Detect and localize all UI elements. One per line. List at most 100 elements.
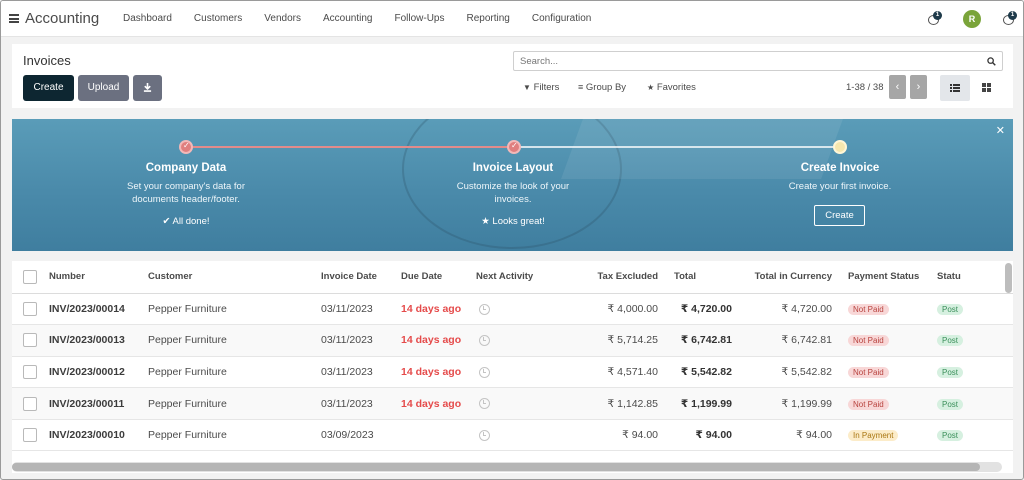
top-navbar: Accounting Dashboard Customers Vendors A… (1, 1, 1023, 37)
row-checkbox[interactable] (23, 301, 37, 316)
column-tax-excluded[interactable]: Tax Excluded (576, 261, 668, 294)
filters-toggle[interactable]: ▼ Filters (523, 82, 559, 93)
total: ₹ 1,199.99 (668, 387, 742, 420)
row-checkbox[interactable] (23, 333, 37, 348)
horizontal-scrollbar-thumb[interactable] (12, 463, 980, 471)
total-in-currency: ₹ 1,199.99 (742, 387, 842, 420)
list-view-button[interactable] (940, 75, 970, 101)
breadcrumb: Invoices (23, 53, 71, 68)
total: ₹ 4,720.00 (668, 293, 742, 326)
star-icon: ★ (481, 216, 493, 227)
step-create-invoice: Create Invoice Create your first invoice… (755, 162, 925, 193)
total: ₹ 94.00 (668, 419, 742, 452)
invoice-number: INV/2023/00010 (49, 419, 148, 452)
menu-reporting[interactable]: Reporting (466, 13, 509, 24)
menu-vendors[interactable]: Vendors (264, 13, 301, 24)
row-checkbox[interactable] (23, 428, 37, 443)
progress-line-pending (514, 146, 840, 148)
customer-name: Pepper Furniture (148, 324, 321, 357)
menu-customers[interactable]: Customers (194, 13, 242, 24)
vertical-scrollbar[interactable] (1004, 263, 1013, 463)
invoice-table: Number Customer Invoice Date Due Date Ne… (12, 261, 1013, 452)
horizontal-scrollbar[interactable] (12, 462, 1002, 472)
column-total-currency[interactable]: Total in Currency (742, 261, 842, 294)
column-customer[interactable]: Customer (148, 261, 321, 294)
total-in-currency: ₹ 5,542.82 (742, 356, 842, 389)
step-invoice-layout[interactable]: Invoice Layout Customize the look of you… (428, 162, 598, 227)
menu-configuration[interactable]: Configuration (532, 13, 591, 24)
groupby-toggle[interactable]: ≡ Group By (578, 82, 626, 93)
app-title[interactable]: Accounting (25, 10, 99, 27)
invoice-date: 03/11/2023 (321, 293, 401, 326)
kanban-view-button[interactable] (972, 75, 1002, 101)
total: ₹ 5,542.82 (668, 356, 742, 389)
search-icon[interactable] (987, 57, 996, 66)
row-checkbox[interactable] (23, 364, 37, 379)
create-button[interactable]: Create (23, 75, 74, 101)
download-button[interactable] (133, 75, 162, 101)
clock-icon[interactable] (479, 366, 490, 378)
column-total[interactable]: Total (668, 261, 742, 294)
clock-icon[interactable] (479, 398, 490, 410)
tax-excluded: ₹ 5,714.25 (576, 324, 668, 357)
favorites-label: Favorites (656, 82, 696, 93)
upload-button[interactable]: Upload (78, 75, 129, 101)
clock-icon[interactable] (479, 429, 490, 441)
tax-excluded: ₹ 4,000.00 (576, 293, 668, 326)
status-badge: Post (937, 335, 964, 347)
kanban-view-icon (982, 83, 991, 92)
status-badge: Post (937, 430, 964, 442)
activity-icon[interactable]: 1 (928, 11, 942, 25)
select-all-checkbox[interactable] (23, 269, 37, 284)
tax-excluded: ₹ 4,571.40 (576, 356, 668, 389)
invoice-date: 03/09/2023 (321, 419, 401, 452)
create-invoice-button[interactable]: Create (814, 205, 865, 226)
step-description: Create your first invoice. (788, 181, 892, 192)
filters-label: Filters (533, 82, 560, 93)
invoice-date: 03/11/2023 (321, 324, 401, 357)
column-number[interactable]: Number (49, 261, 148, 294)
pager-previous-button[interactable]: ‹ (889, 75, 906, 99)
column-payment-status[interactable]: Payment Status (842, 261, 937, 294)
menu-accounting[interactable]: Accounting (323, 13, 372, 24)
messages-icon[interactable]: 1 (1003, 11, 1017, 25)
table-row[interactable]: INV/2023/00012 Pepper Furniture 03/11/20… (12, 356, 1013, 389)
invoice-list: Number Customer Invoice Date Due Date Ne… (12, 261, 1013, 473)
table-row[interactable]: INV/2023/00010 Pepper Furniture 03/09/20… (12, 419, 1013, 452)
payment-status-badge: In Payment (848, 430, 899, 442)
search-bar (513, 51, 1003, 71)
close-icon[interactable]: ✕ (996, 124, 1005, 137)
tax-excluded: ₹ 1,142.85 (576, 387, 668, 420)
favorites-toggle[interactable]: ★ Favorites (647, 82, 696, 93)
column-status[interactable]: Statu (937, 261, 1013, 294)
invoice-number: INV/2023/00014 (49, 293, 148, 326)
clock-icon[interactable] (479, 303, 490, 315)
row-checkbox[interactable] (23, 396, 37, 411)
user-avatar[interactable]: R (963, 10, 981, 28)
table-row[interactable]: INV/2023/00014 Pepper Furniture 03/11/20… (12, 293, 1013, 326)
payment-status-badge: Not Paid (848, 366, 889, 378)
search-input[interactable] (520, 55, 960, 68)
apps-menu-icon[interactable] (9, 14, 19, 23)
column-invoice-date[interactable]: Invoice Date (321, 261, 401, 294)
customer-name: Pepper Furniture (148, 356, 321, 389)
clock-icon[interactable] (479, 335, 490, 347)
step-company-data[interactable]: Company Data Set your company's data for… (101, 162, 271, 227)
step-pending-icon (833, 140, 847, 154)
table-row[interactable]: INV/2023/00013 Pepper Furniture 03/11/20… (12, 324, 1013, 357)
column-due-date[interactable]: Due Date (401, 261, 476, 294)
status-badge: Post (937, 366, 964, 378)
menu-follow-ups[interactable]: Follow-Ups (394, 13, 444, 24)
pager-next-button[interactable]: › (910, 75, 927, 99)
step-description: documents header/footer. (132, 194, 240, 205)
step-status: ✔ All done! (162, 216, 210, 227)
menu-dashboard[interactable]: Dashboard (123, 13, 172, 24)
column-next-activity[interactable]: Next Activity (476, 261, 576, 294)
vertical-scrollbar-thumb[interactable] (1005, 263, 1012, 293)
step-description: invoices. (494, 194, 532, 205)
pager-value[interactable]: 1-38 / 38 (846, 82, 884, 93)
step-done-icon (507, 140, 521, 154)
step-description: Set your company's data for (127, 181, 245, 192)
check-icon: ✔ (162, 216, 173, 227)
table-row[interactable]: INV/2023/00011 Pepper Furniture 03/11/20… (12, 387, 1013, 420)
